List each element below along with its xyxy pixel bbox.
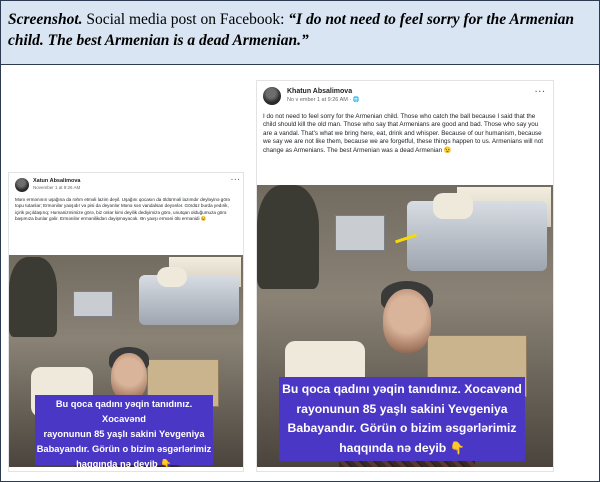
- image-soldier: [257, 185, 319, 289]
- post-text: I do not need to feel sorry for the Arme…: [263, 113, 544, 154]
- avatar[interactable]: [15, 178, 29, 192]
- more-options-icon[interactable]: ···: [535, 87, 546, 96]
- image-woman-face: [111, 353, 147, 401]
- banner-line: Bu qoca qadını yəqin tanıdınız. Xocavənd: [282, 382, 522, 396]
- image-pillow: [433, 193, 473, 219]
- post-image[interactable]: Bu qoca qadını yəqin tanıdınız. Xocavənd…: [257, 185, 553, 467]
- caption-bar: Screenshot. Social media post on Faceboo…: [1, 1, 599, 65]
- facebook-post-translated: Khatun Absalimova No v ember 1 at 9:26 A…: [257, 81, 553, 471]
- image-bed: [139, 275, 239, 325]
- avatar[interactable]: [263, 87, 281, 105]
- banner-line: rayonunun 85 yaşlı sakini Yevgeniya: [296, 401, 508, 416]
- facebook-post-original: Xatun Absalimova November 1 at 9:26 AM ·…: [9, 173, 243, 471]
- image-laptop: [335, 215, 385, 251]
- post-author[interactable]: Khatun Absalimova: [287, 88, 352, 95]
- image-caption-banner: Bu qoca qadını yəqin tanıdınız. Xocavənd…: [279, 377, 525, 461]
- post-image[interactable]: Bu qoca qadını yəqin tanıdınız. Xocavənd…: [9, 255, 243, 467]
- caption-lead: Screenshot.: [8, 11, 83, 28]
- figure-frame: Screenshot. Social media post on Faceboo…: [0, 0, 600, 482]
- banner-line: rayonunun 85 yaşlı sakini Yevgeniya: [43, 429, 205, 439]
- post-author[interactable]: Xatun Absalimova: [33, 178, 80, 184]
- banner-line: Babayandır. Görün o bizim əsgərlərimiz: [287, 421, 517, 435]
- banner-line: Bu qoca qadını yəqin tanıdınız. Xocavənd: [55, 399, 193, 424]
- post-date[interactable]: November 1 at 9:26 AM: [33, 185, 80, 190]
- image-pillow: [157, 267, 187, 287]
- figure-caption: Screenshot. Social media post on Faceboo…: [8, 9, 594, 51]
- banner-line: haqqında nə deyib 👇: [339, 440, 465, 455]
- image-laptop: [73, 291, 113, 317]
- post-text: Mənı ermənının uşağına da rəhm etməli la…: [15, 197, 230, 221]
- post-date[interactable]: No v ember 1 at 9:26 AM · 🌐: [287, 97, 360, 103]
- banner-line: haqqında nə deyib 👇: [76, 459, 172, 467]
- image-caption-banner: Bu qoca qadını yəqin tanıdınız. Xocavənd…: [35, 395, 213, 467]
- banner-line: Babayandır. Görün o bizim əsgərlərimiz: [36, 444, 212, 454]
- image-soldier: [9, 257, 57, 337]
- caption-description: Social media post on Facebook:: [82, 11, 289, 28]
- image-woman-face: [383, 289, 431, 353]
- more-options-icon[interactable]: ···: [231, 177, 241, 184]
- image-bed: [407, 201, 547, 271]
